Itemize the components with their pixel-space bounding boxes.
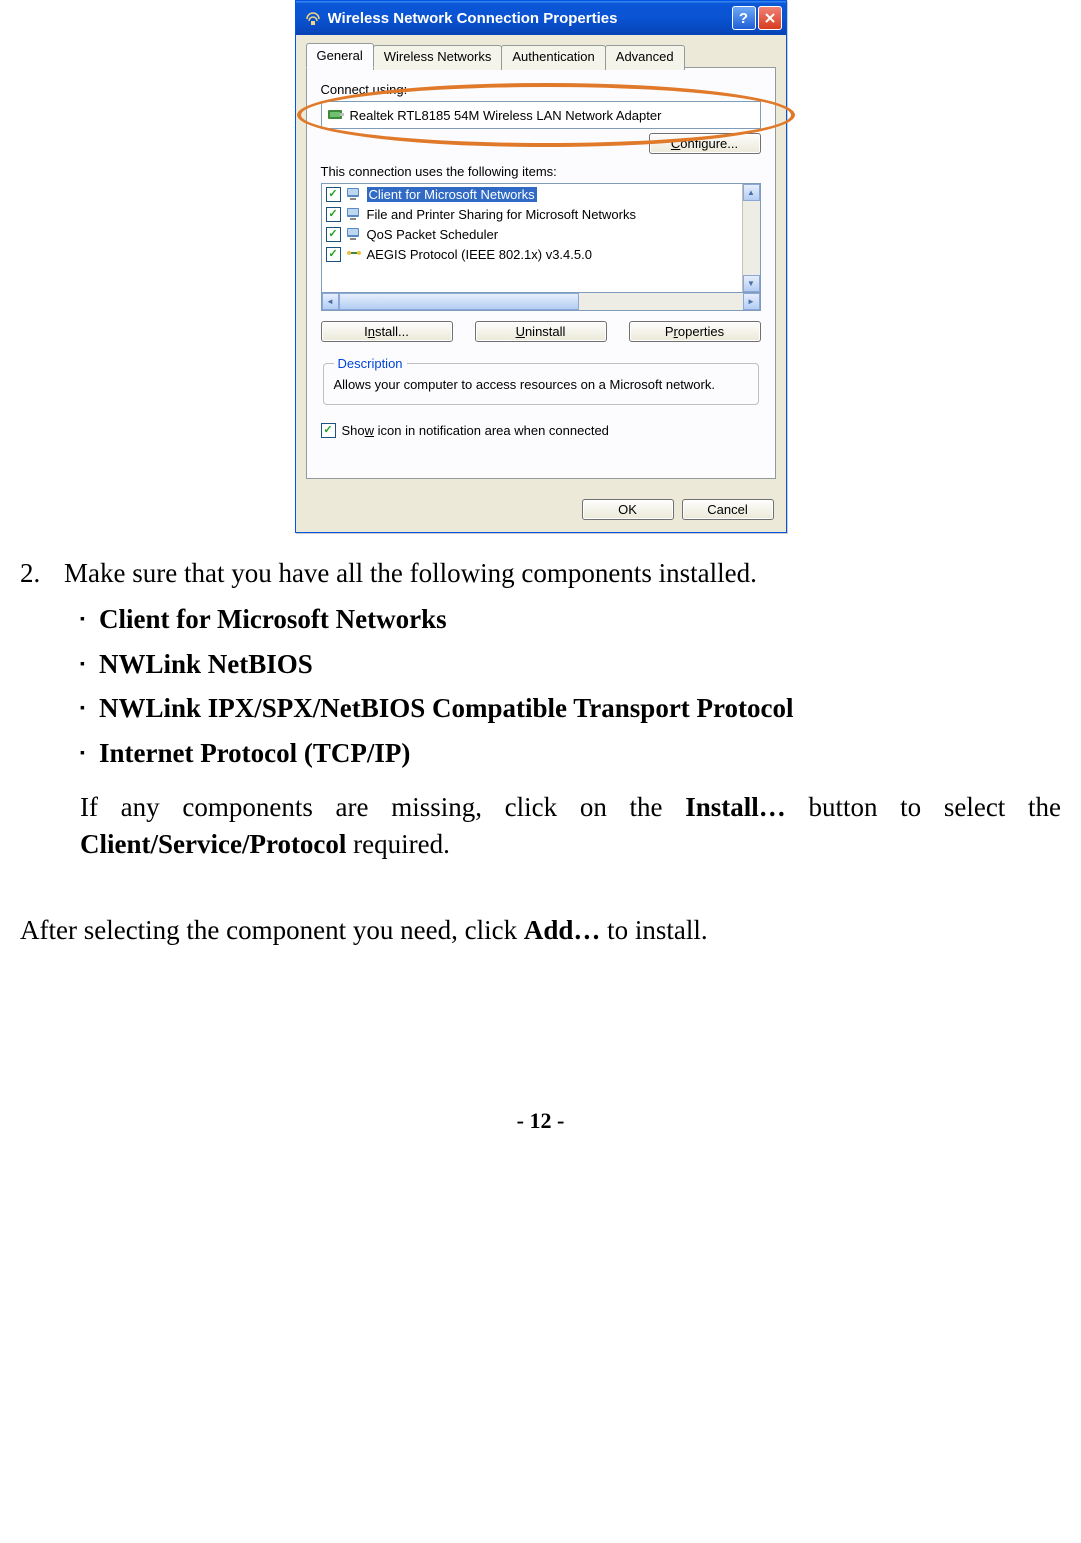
properties-dialog: Wireless Network Connection Properties ?…	[295, 0, 787, 533]
list-item-label: Client for Microsoft Networks	[367, 187, 537, 202]
step-number: 2.	[20, 555, 64, 591]
help-button[interactable]: ?	[732, 6, 756, 30]
list-item-label: AEGIS Protocol (IEEE 802.1x) v3.4.5.0	[367, 247, 592, 262]
close-button[interactable]	[758, 6, 782, 30]
bullet-item: ▪Client for Microsoft Networks	[80, 601, 1061, 637]
list-item-label: File and Printer Sharing for Microsoft N…	[367, 207, 636, 222]
list-item[interactable]: ✓ QoS Packet Scheduler	[322, 224, 742, 244]
show-icon-checkbox[interactable]: ✓	[321, 423, 336, 438]
title-text: Wireless Network Connection Properties	[328, 10, 732, 27]
list-item[interactable]: ✓ AEGIS Protocol (IEEE 802.1x) v3.4.5.0	[322, 244, 742, 264]
item-properties-button[interactable]: Properties	[629, 321, 761, 342]
uninstall-button[interactable]: Uninstall	[475, 321, 607, 342]
scroll-left-icon[interactable]: ◄	[322, 293, 339, 310]
install-button[interactable]: Install...	[321, 321, 453, 342]
scroll-up-icon[interactable]: ▲	[743, 184, 760, 201]
bullet-icon: ▪	[80, 611, 85, 630]
checkbox-icon[interactable]: ✓	[326, 247, 341, 262]
scroll-track[interactable]	[743, 201, 760, 275]
client-icon	[346, 186, 362, 202]
bullet-icon: ▪	[80, 745, 85, 764]
adapter-field[interactable]: Realtek RTL8185 54M Wireless LAN Network…	[321, 101, 761, 129]
cancel-button[interactable]: Cancel	[682, 499, 774, 520]
tab-wireless-networks[interactable]: Wireless Networks	[373, 45, 503, 70]
configure-button[interactable]: Configure...	[649, 133, 761, 154]
title-bar[interactable]: Wireless Network Connection Properties ?	[296, 1, 786, 35]
nic-icon	[328, 107, 344, 123]
items-listbox[interactable]: ✓ Client for Microsoft Networks ✓ File a…	[321, 183, 761, 293]
bullet-item: ▪NWLink IPX/SPX/NetBIOS Compatible Trans…	[80, 690, 1061, 726]
list-item[interactable]: ✓ File and Printer Sharing for Microsoft…	[322, 204, 742, 224]
tab-general[interactable]: General	[306, 43, 374, 68]
bullet-item: ▪NWLink NetBIOS	[80, 646, 1061, 682]
description-text: Allows your computer to access resources…	[334, 377, 748, 394]
wireless-icon	[304, 9, 322, 27]
items-label: This connection uses the following items…	[321, 164, 761, 179]
step-2: 2. Make sure that you have all the follo…	[20, 555, 1061, 591]
step-text: Make sure that you have all the followin…	[64, 555, 757, 591]
scroll-down-icon[interactable]: ▼	[743, 275, 760, 292]
tab-strip: General Wireless Networks Authentication…	[306, 43, 776, 68]
bullet-item: ▪Internet Protocol (TCP/IP)	[80, 735, 1061, 771]
adapter-name: Realtek RTL8185 54M Wireless LAN Network…	[350, 108, 662, 123]
connect-using-label: Connect using:	[321, 82, 761, 97]
dialog-footer: OK Cancel	[296, 489, 786, 532]
protocol-icon	[346, 246, 362, 262]
list-item[interactable]: ✓ Client for Microsoft Networks	[322, 184, 742, 204]
tab-authentication[interactable]: Authentication	[501, 45, 605, 70]
checkbox-icon[interactable]: ✓	[326, 227, 341, 242]
tab-panel-general: Connect using: Realtek RTL8185 54M Wirel…	[306, 67, 776, 479]
horizontal-scrollbar[interactable]: ◄ ►	[321, 293, 761, 311]
paragraph-add: After selecting the component you need, …	[20, 912, 1061, 948]
tab-advanced[interactable]: Advanced	[605, 45, 685, 70]
scroll-right-icon[interactable]: ►	[743, 293, 760, 310]
description-group: Description Allows your computer to acce…	[323, 356, 759, 405]
service-icon	[346, 226, 362, 242]
description-legend: Description	[334, 356, 407, 371]
service-icon	[346, 206, 362, 222]
paragraph-install: If any components are missing, click on …	[80, 789, 1061, 862]
list-item-label: QoS Packet Scheduler	[367, 227, 499, 242]
vertical-scrollbar[interactable]: ▲ ▼	[742, 184, 760, 292]
document-body: 2. Make sure that you have all the follo…	[20, 555, 1061, 949]
checkbox-icon[interactable]: ✓	[326, 187, 341, 202]
ok-button[interactable]: OK	[582, 499, 674, 520]
show-icon-label: Show icon in notification area when conn…	[342, 423, 609, 438]
page-number: - 12 -	[20, 1108, 1061, 1144]
checkbox-icon[interactable]: ✓	[326, 207, 341, 222]
scroll-thumb[interactable]	[339, 293, 580, 310]
bullet-icon: ▪	[80, 700, 85, 719]
bullet-icon: ▪	[80, 656, 85, 675]
